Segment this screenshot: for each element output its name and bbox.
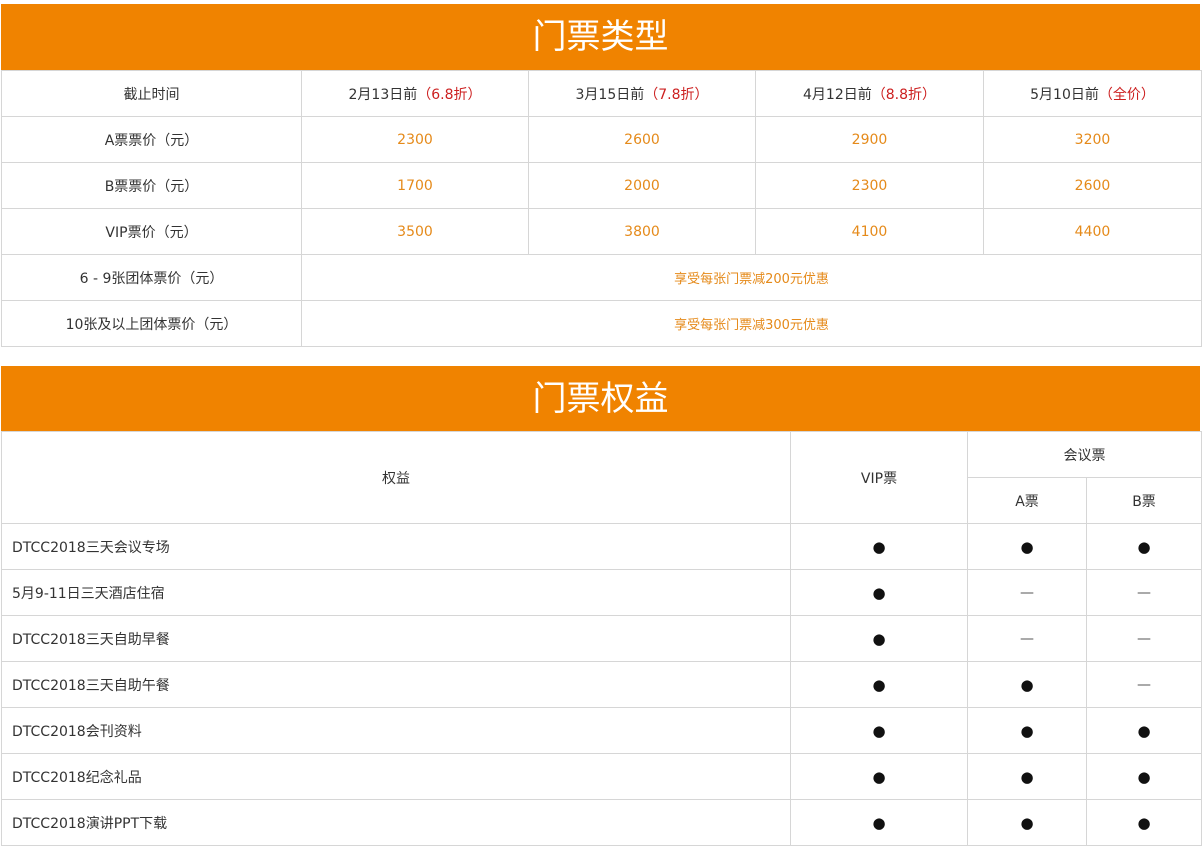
- b-mark: —: [1086, 615, 1202, 662]
- discount-label: （7.8折）: [644, 86, 709, 103]
- deadline-col-1: 2月13日前（6.8折）: [301, 70, 529, 117]
- group-discount-note: 享受每张门票减300元优惠: [301, 300, 1202, 347]
- deadline-label: 截止时间: [1, 70, 302, 117]
- a-mark: ●: [967, 753, 1087, 800]
- discount-label: （全价）: [1098, 86, 1155, 103]
- ticket-benefits-table: 权益 VIP票 会议票 A票 B票 DTCC2018三天会议专场 ● ● ● 5…: [1, 431, 1202, 846]
- vip-mark: ●: [790, 799, 968, 846]
- b-mark: —: [1086, 569, 1202, 616]
- row-label: 10张及以上团体票价（元）: [1, 300, 302, 347]
- table-row: B票票价（元） 1700 2000 2300 2600: [1, 162, 1202, 209]
- deadline-col-3: 4月12日前（8.8折）: [755, 70, 984, 117]
- benefit-label: 5月9-11日三天酒店住宿: [1, 569, 791, 616]
- benefit-label: DTCC2018演讲PPT下载: [1, 799, 791, 846]
- price-cell: 3200: [983, 116, 1202, 163]
- benefit-label: DTCC2018纪念礼品: [1, 753, 791, 800]
- table-row: 6 - 9张团体票价（元） 享受每张门票减200元优惠: [1, 254, 1202, 301]
- b-mark: ●: [1086, 707, 1202, 754]
- discount-label: （6.8折）: [417, 86, 482, 103]
- group-discount-note: 享受每张门票减200元优惠: [301, 254, 1202, 301]
- table-row: 5月9-11日三天酒店住宿 ● — —: [1, 569, 1202, 616]
- price-cell: 1700: [301, 162, 529, 209]
- table-row: DTCC2018会刊资料 ● ● ●: [1, 707, 1202, 754]
- b-mark: —: [1086, 661, 1202, 708]
- b-mark: ●: [1086, 799, 1202, 846]
- benefit-header: 权益: [1, 431, 791, 524]
- deadline-date: 5月10日前: [1030, 86, 1099, 103]
- vip-mark: ●: [790, 615, 968, 662]
- benefits-header-row: 权益 VIP票 会议票: [1, 431, 1202, 524]
- meeting-ticket-header: 会议票: [967, 431, 1202, 478]
- price-cell: 3800: [528, 208, 756, 255]
- benefit-label: DTCC2018三天自助午餐: [1, 661, 791, 708]
- price-cell: 4100: [755, 208, 984, 255]
- vip-mark: ●: [790, 753, 968, 800]
- a-ticket-header: A票: [967, 477, 1087, 524]
- b-ticket-header: B票: [1086, 477, 1202, 524]
- discount-label: （8.8折）: [871, 86, 936, 103]
- row-label: 6 - 9张团体票价（元）: [1, 254, 302, 301]
- ticket-benefits-title: 门票权益: [1, 366, 1200, 432]
- benefit-label: DTCC2018会刊资料: [1, 707, 791, 754]
- a-mark: ●: [967, 707, 1087, 754]
- price-cell: 2300: [755, 162, 984, 209]
- row-label: A票票价（元）: [1, 116, 302, 163]
- table-row: 10张及以上团体票价（元） 享受每张门票减300元优惠: [1, 300, 1202, 347]
- table-row: DTCC2018三天会议专场 ● ● ●: [1, 523, 1202, 570]
- b-mark: ●: [1086, 753, 1202, 800]
- price-cell: 3500: [301, 208, 529, 255]
- b-mark: ●: [1086, 523, 1202, 570]
- benefit-label: DTCC2018三天自助早餐: [1, 615, 791, 662]
- vip-header: VIP票: [790, 431, 968, 524]
- price-cell: 2900: [755, 116, 984, 163]
- price-cell: 2300: [301, 116, 529, 163]
- deadline-date: 4月12日前: [803, 86, 872, 103]
- vip-mark: ●: [790, 707, 968, 754]
- deadline-col-4: 5月10日前（全价）: [983, 70, 1202, 117]
- row-label: VIP票价（元）: [1, 208, 302, 255]
- table-row: A票票价（元） 2300 2600 2900 3200: [1, 116, 1202, 163]
- price-cell: 2000: [528, 162, 756, 209]
- table-row: VIP票价（元） 3500 3800 4100 4400: [1, 208, 1202, 255]
- row-label: B票票价（元）: [1, 162, 302, 209]
- table-row: DTCC2018演讲PPT下载 ● ● ●: [1, 799, 1202, 846]
- deadline-date: 2月13日前: [348, 86, 418, 103]
- deadline-row: 截止时间 2月13日前（6.8折） 3月15日前（7.8折） 4月12日前（8.…: [1, 70, 1202, 117]
- a-mark: —: [967, 615, 1087, 662]
- deadline-date: 3月15日前: [575, 86, 645, 103]
- a-mark: ●: [967, 523, 1087, 570]
- vip-mark: ●: [790, 661, 968, 708]
- price-cell: 2600: [983, 162, 1202, 209]
- a-mark: ●: [967, 661, 1087, 708]
- ticket-types-table: 截止时间 2月13日前（6.8折） 3月15日前（7.8折） 4月12日前（8.…: [1, 70, 1202, 347]
- table-row: DTCC2018纪念礼品 ● ● ●: [1, 753, 1202, 800]
- benefit-label: DTCC2018三天会议专场: [1, 523, 791, 570]
- vip-mark: ●: [790, 523, 968, 570]
- price-cell: 4400: [983, 208, 1202, 255]
- deadline-col-2: 3月15日前（7.8折）: [528, 70, 756, 117]
- price-cell: 2600: [528, 116, 756, 163]
- ticket-types-title: 门票类型: [1, 4, 1200, 70]
- a-mark: —: [967, 569, 1087, 616]
- a-mark: ●: [967, 799, 1087, 846]
- vip-mark: ●: [790, 569, 968, 616]
- table-row: DTCC2018三天自助午餐 ● ● —: [1, 661, 1202, 708]
- table-row: DTCC2018三天自助早餐 ● — —: [1, 615, 1202, 662]
